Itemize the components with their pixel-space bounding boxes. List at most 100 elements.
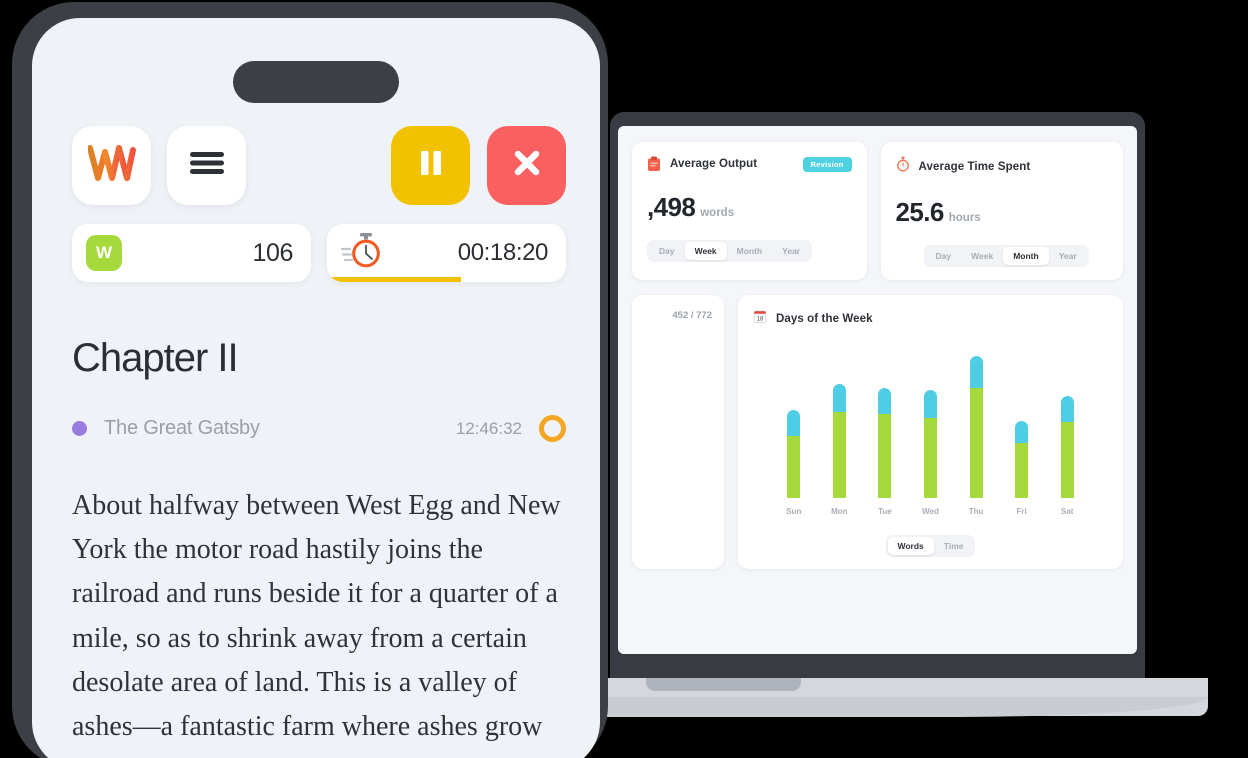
bar-group[interactable]: Sun [780, 410, 808, 516]
phone-frame: W 106 00:18:20 Chapter II The Great Gats… [12, 2, 608, 758]
laptop-device: Average Output Revision ,498 words Day W… [18, 112, 1208, 717]
card-title: Days of the Week [776, 313, 873, 325]
card-header: Average Output Revision [647, 156, 852, 172]
range-option-month[interactable]: Month [727, 242, 773, 260]
bar-segment-time [878, 388, 892, 414]
bar-segment-words [832, 412, 846, 498]
phone-button-power[interactable] [600, 375, 608, 523]
phone-button-extra[interactable] [12, 514, 19, 568]
bar-group[interactable]: Tue [871, 388, 899, 516]
bar-group[interactable]: Sat [1053, 396, 1081, 516]
metric-value-row: ,498 words [647, 192, 852, 223]
card-header: Average Time Spent [896, 156, 1108, 177]
bar-group[interactable]: Wed [916, 390, 944, 516]
card-title: Average Output [670, 158, 758, 170]
bar-segment-words [787, 436, 801, 498]
phone-screen: W 106 00:18:20 Chapter II The Great Gats… [32, 18, 600, 758]
chart-metric-segmented-control[interactable]: Words Time [753, 535, 1108, 557]
calendar-icon: 18 [753, 309, 767, 329]
stacked-bar [832, 384, 846, 498]
metric-unit: hours [948, 212, 981, 224]
bar-segment-words [1015, 443, 1029, 498]
range-option-week[interactable]: Week [961, 247, 1003, 265]
timer-stat[interactable]: 00:18:20 [327, 224, 566, 282]
reader-content: Chapter II The Great Gatsby 12:46:32 Abo… [72, 336, 566, 749]
app-logo-button[interactable] [72, 126, 151, 205]
app-toolbar: W 106 00:18:20 [72, 126, 566, 282]
bar-axis-label: Fri [1016, 507, 1027, 516]
svg-text:18: 18 [757, 317, 764, 323]
metric-value: ,498 [647, 192, 696, 222]
range-option-week[interactable]: Week [684, 242, 727, 260]
bar-group[interactable]: Fri [1008, 421, 1036, 516]
stacked-bar [923, 390, 937, 498]
dashboard-top-row: Average Output Revision ,498 words Day W… [632, 142, 1123, 280]
card-average-output[interactable]: Average Output Revision ,498 words Day W… [632, 142, 867, 280]
word-count-value: 106 [252, 238, 293, 267]
session-stats: W 106 00:18:20 [72, 224, 566, 282]
bar-segment-time [923, 390, 937, 418]
close-button[interactable] [487, 126, 566, 205]
book-title: The Great Gatsby [104, 417, 260, 439]
card-header: 18 Days of the Week [753, 309, 1108, 329]
dashboard-bottom-row: 452 / 772 18 Days of the Week Sun Mon Tue W… [632, 295, 1123, 569]
phone-button-silent[interactable] [12, 218, 19, 264]
range-option-day[interactable]: Day [926, 247, 962, 265]
laptop-screen: Average Output Revision ,498 words Day W… [618, 126, 1137, 654]
stacked-bar [1015, 421, 1029, 498]
chapter-paragraph: About halfway between West Egg and New Y… [72, 490, 561, 743]
status-badge: Revision [802, 156, 852, 172]
card-average-time-spent[interactable]: Average Time Spent 25.6 hours Day Week M… [880, 142, 1123, 280]
words-badge: W [86, 235, 122, 271]
reader-meta-row: The Great Gatsby 12:46:32 [72, 415, 566, 442]
card-progress-ratio[interactable]: 452 / 772 [632, 295, 724, 569]
bar-segment-time [1015, 421, 1029, 443]
chart-option-words[interactable]: Words [887, 537, 934, 555]
status-dot-icon [72, 421, 87, 436]
app-toolbar-row [72, 126, 566, 205]
card-days-of-week[interactable]: 18 Days of the Week Sun Mon Tue Wed Thu Fri Sa… [738, 295, 1123, 569]
bar-axis-label: Sat [1060, 507, 1074, 516]
bar-axis-label: Sun [786, 507, 802, 516]
pause-button[interactable] [391, 126, 470, 205]
chart-option-time[interactable]: Time [934, 537, 974, 555]
range-option-year[interactable]: Year [1049, 247, 1087, 265]
bar-segment-words [969, 388, 983, 498]
range-segmented-control[interactable]: Day Week Month Year [896, 245, 1108, 267]
range-option-day[interactable]: Day [649, 242, 685, 260]
bar-chart-bars: Sun Mon Tue Wed Thu Fri Sat [753, 351, 1108, 516]
bar-segment-words [923, 418, 937, 498]
bar-segment-time [787, 410, 801, 436]
stacked-bar [878, 388, 892, 498]
bar-segment-time [1060, 396, 1074, 422]
phone-button-volume-up[interactable] [12, 297, 19, 351]
bar-axis-label: Thu [968, 507, 984, 516]
bar-chart: Sun Mon Tue Wed Thu Fri Sat [753, 351, 1108, 531]
metric-value-row: 25.6 hours [896, 197, 1108, 228]
range-option-month[interactable]: Month [1003, 247, 1049, 265]
phone-button-volume-down[interactable] [12, 390, 19, 444]
menu-button[interactable] [167, 126, 246, 205]
timer-progress-bar [327, 277, 461, 282]
range-option-year[interactable]: Year [772, 242, 810, 260]
close-x-icon [511, 147, 543, 184]
record-ring-icon[interactable] [539, 415, 566, 442]
stacked-bar [787, 410, 801, 498]
bar-group[interactable]: Thu [962, 356, 990, 516]
wordsapp-logo-icon [86, 144, 136, 187]
hamburger-menu-icon [187, 149, 227, 182]
bar-segment-time [832, 384, 846, 412]
word-count-stat[interactable]: W 106 [72, 224, 311, 282]
dynamic-island [233, 61, 399, 103]
stacked-bar [969, 356, 983, 498]
bar-group[interactable]: Mon [825, 384, 853, 516]
bar-segment-time [969, 356, 983, 388]
range-segmented-control[interactable]: Day Week Month Year [647, 240, 852, 262]
card-title: Average Time Spent [918, 160, 1031, 173]
bar-segment-words [878, 414, 892, 498]
clock-time: 12:46:32 [455, 418, 522, 438]
dashboard: Average Output Revision ,498 words Day W… [618, 126, 1137, 654]
metric-unit: words [700, 207, 735, 219]
bar-axis-label: Mon [831, 507, 848, 516]
progress-ratio: 452 / 772 [672, 310, 712, 321]
